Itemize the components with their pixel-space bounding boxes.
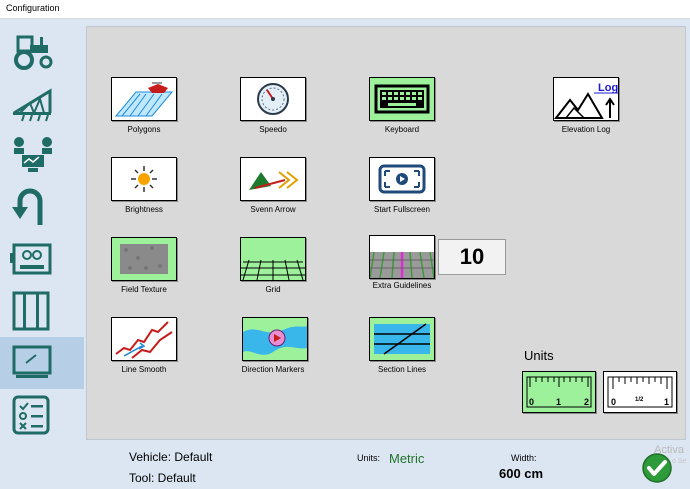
window-title: Configuration bbox=[6, 3, 60, 13]
units-status-label: Units: bbox=[357, 453, 381, 463]
activation-watermark-sub: o Se bbox=[672, 458, 687, 465]
speedo-label: Speedo bbox=[259, 125, 287, 134]
display-options-panel: Polygons Speedo Keyboard Log Elevation L… bbox=[86, 26, 686, 440]
svenn-arrow-icon bbox=[240, 157, 306, 201]
elevation-log-badge: Log bbox=[598, 82, 618, 94]
brightness-icon bbox=[111, 157, 177, 201]
checkmark-icon bbox=[642, 453, 672, 483]
units-title: Units bbox=[524, 348, 554, 363]
imperial-tick-1: 1/2 bbox=[635, 397, 644, 403]
title-bar: Configuration bbox=[0, 0, 690, 19]
extra-guidelines-icon bbox=[369, 235, 435, 279]
polygons-icon bbox=[111, 77, 177, 121]
imperial-tick-2: 1 bbox=[664, 397, 669, 407]
extra-guidelines-label: Extra Guidelines bbox=[372, 281, 432, 290]
keyboard-label: Keyboard bbox=[384, 125, 420, 134]
width-status-label: Width: bbox=[511, 453, 537, 463]
metric-units-button[interactable]: 0 1 2 bbox=[522, 371, 596, 413]
brightness-label: Brightness bbox=[125, 205, 163, 214]
metric-ruler-icon: 0 1 2 bbox=[526, 376, 592, 408]
section-control-icon bbox=[14, 137, 52, 172]
elevation-log-icon: Log bbox=[553, 77, 619, 121]
tram-lines-icon bbox=[12, 291, 50, 331]
section-lines-icon bbox=[369, 317, 435, 361]
keyboard-icon bbox=[369, 77, 435, 121]
sidebar-item-arduino[interactable] bbox=[0, 233, 84, 285]
sidebar-item-display[interactable] bbox=[0, 337, 84, 389]
arduino-board-icon bbox=[10, 243, 52, 275]
fullscreen-icon bbox=[369, 157, 435, 201]
display-icon bbox=[12, 345, 52, 378]
imperial-units-button[interactable]: 0 1/2 1 bbox=[603, 371, 677, 413]
checklist-icon bbox=[12, 395, 50, 435]
direction-markers-icon bbox=[242, 317, 308, 361]
guidelines-count-field[interactable]: 10 bbox=[438, 239, 506, 275]
imperial-ruler-icon: 0 1/2 1 bbox=[607, 376, 673, 408]
line-smooth-icon bbox=[111, 317, 177, 361]
sidebar-item-sections[interactable] bbox=[0, 129, 84, 181]
metric-tick-1: 1 bbox=[556, 397, 561, 407]
implement-icon bbox=[13, 88, 52, 122]
u-turn-icon bbox=[12, 188, 43, 225]
sidebar-item-checklist[interactable] bbox=[0, 389, 84, 441]
sidebar-item-tram[interactable] bbox=[0, 285, 84, 337]
grid-icon bbox=[240, 237, 306, 281]
units-status-value: Metric bbox=[389, 451, 425, 466]
elevation-log-label: Elevation Log bbox=[561, 125, 611, 134]
direction-markers-label: Direction Markers bbox=[241, 365, 305, 374]
ok-button[interactable] bbox=[641, 452, 673, 489]
width-status-value: 600 cm bbox=[499, 466, 544, 481]
sidebar-item-vehicle[interactable] bbox=[0, 25, 84, 77]
sidebar-item-implement[interactable] bbox=[0, 77, 84, 129]
start-fullscreen-label: Start Fullscreen bbox=[373, 205, 431, 214]
vehicle-status: Vehicle: Default bbox=[129, 450, 213, 464]
speedometer-icon bbox=[240, 77, 306, 121]
line-smooth-label: Line Smooth bbox=[121, 365, 167, 374]
tool-status: Tool: Default bbox=[129, 471, 196, 485]
field-texture-icon bbox=[111, 237, 177, 281]
polygons-label: Polygons bbox=[127, 125, 161, 134]
metric-tick-0: 0 bbox=[529, 397, 534, 407]
svenn-arrow-label: Svenn Arrow bbox=[250, 205, 296, 214]
grid-label: Grid bbox=[265, 285, 281, 294]
tractor-icon bbox=[14, 35, 53, 70]
section-lines-label: Section Lines bbox=[377, 365, 427, 374]
field-texture-label: Field Texture bbox=[121, 285, 167, 294]
sidebar-item-uturn[interactable] bbox=[0, 181, 84, 233]
imperial-tick-0: 0 bbox=[611, 397, 616, 407]
sidebar bbox=[0, 19, 86, 487]
metric-tick-2: 2 bbox=[584, 397, 589, 407]
